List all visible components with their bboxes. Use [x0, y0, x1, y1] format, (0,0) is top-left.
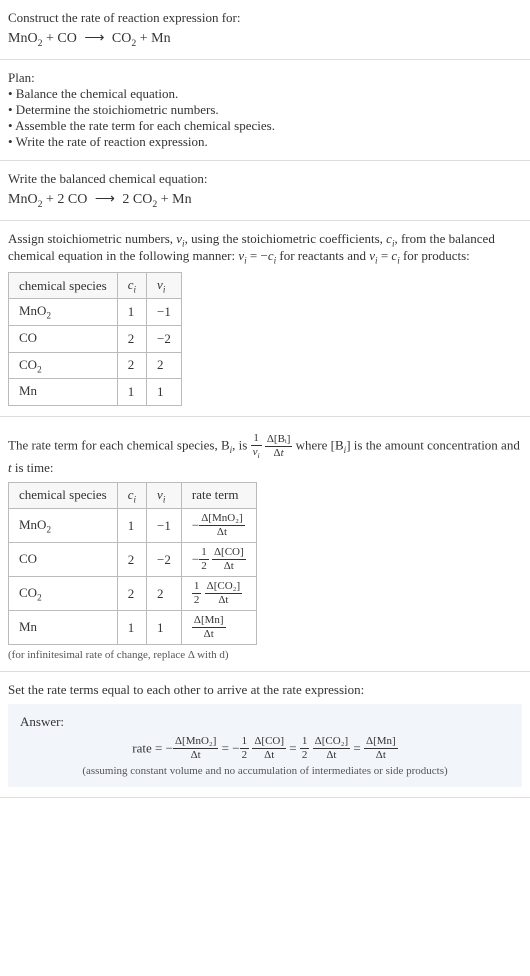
rate-expression: rate = −Δ[MnO₂]Δt = −12 Δ[CO]Δt = 12 Δ[C… — [20, 736, 510, 761]
col-species: chemical species — [9, 272, 118, 299]
plan-item: • Write the rate of reaction expression. — [8, 134, 522, 150]
plan-item: • Balance the chemical equation. — [8, 86, 522, 102]
product-mn: Mn — [151, 31, 170, 46]
reaction-arrow-icon: ⟶ — [84, 30, 104, 47]
table-row: CO222 — [9, 352, 182, 379]
reactant-mno2: MnO2 — [8, 31, 42, 46]
col-nui: νi — [147, 482, 182, 509]
product-co2: CO2 — [112, 31, 136, 46]
table-row: Mn 11 Δ[Mn]Δt — [9, 611, 257, 645]
construct-heading: Construct the rate of reaction expressio… — [8, 10, 522, 26]
table-row: MnO21−1 — [9, 299, 182, 326]
answer-note: (assuming constant volume and no accumul… — [20, 765, 510, 777]
col-rate-term: rate term — [181, 482, 256, 509]
reactant-2co: 2 CO — [57, 192, 87, 207]
frac-dB-dt: Δ[Bᵢ]Δt — [265, 434, 293, 459]
reaction-arrow-icon: ⟶ — [95, 191, 115, 208]
table-row: MnO2 1−1 −Δ[MnO₂]Δt — [9, 509, 257, 543]
plan-item: • Assemble the rate term for each chemic… — [8, 118, 522, 134]
answer-box: Answer: rate = −Δ[MnO₂]Δt = −12 Δ[CO]Δt … — [8, 704, 522, 787]
table-row: CO2−2 — [9, 325, 182, 352]
unbalanced-equation: MnO2 + CO ⟶ CO2 + Mn — [8, 30, 522, 49]
table-header-row: chemical species ci νi — [9, 272, 182, 299]
col-ci: ci — [117, 482, 146, 509]
section-stoich: Assign stoichiometric numbers, νi, using… — [0, 221, 530, 417]
infinitesimal-note: (for infinitesimal rate of change, repla… — [8, 649, 522, 661]
section-rate-terms: The rate term for each chemical species,… — [0, 417, 530, 672]
rate-term-text: The rate term for each chemical species,… — [8, 433, 522, 476]
section-balanced: Write the balanced chemical equation: Mn… — [0, 161, 530, 221]
frac-one-over-nu: 1νi — [251, 433, 262, 460]
table-row: CO 2−2 −12 Δ[CO]Δt — [9, 543, 257, 577]
section-plan: Plan: • Balance the chemical equation. •… — [0, 60, 530, 161]
table-header-row: chemical species ci νi rate term — [9, 482, 257, 509]
balanced-heading: Write the balanced chemical equation: — [8, 171, 522, 187]
answer-heading: Set the rate terms equal to each other t… — [8, 682, 522, 698]
col-ci: ci — [117, 272, 146, 299]
answer-label: Answer: — [20, 714, 510, 730]
stoich-text: Assign stoichiometric numbers, νi, using… — [8, 231, 522, 266]
reactant-co: CO — [57, 31, 76, 46]
col-nui: νi — [147, 272, 182, 299]
balanced-equation: MnO2 + 2 CO ⟶ 2 CO2 + Mn — [8, 191, 522, 210]
reactant-mno2: MnO2 — [8, 192, 42, 207]
product-2co2: 2 CO2 — [122, 192, 157, 207]
table-row: Mn11 — [9, 379, 182, 406]
plan-item: • Determine the stoichiometric numbers. — [8, 102, 522, 118]
section-answer: Set the rate terms equal to each other t… — [0, 672, 530, 798]
product-mn: Mn — [172, 192, 191, 207]
rate-term-table: chemical species ci νi rate term MnO2 1−… — [8, 482, 257, 646]
col-species: chemical species — [9, 482, 118, 509]
section-construct: Construct the rate of reaction expressio… — [0, 0, 530, 60]
table-row: CO2 22 12 Δ[CO₂]Δt — [9, 577, 257, 611]
plan-heading: Plan: — [8, 70, 522, 86]
stoich-table: chemical species ci νi MnO21−1 CO2−2 CO2… — [8, 272, 182, 406]
